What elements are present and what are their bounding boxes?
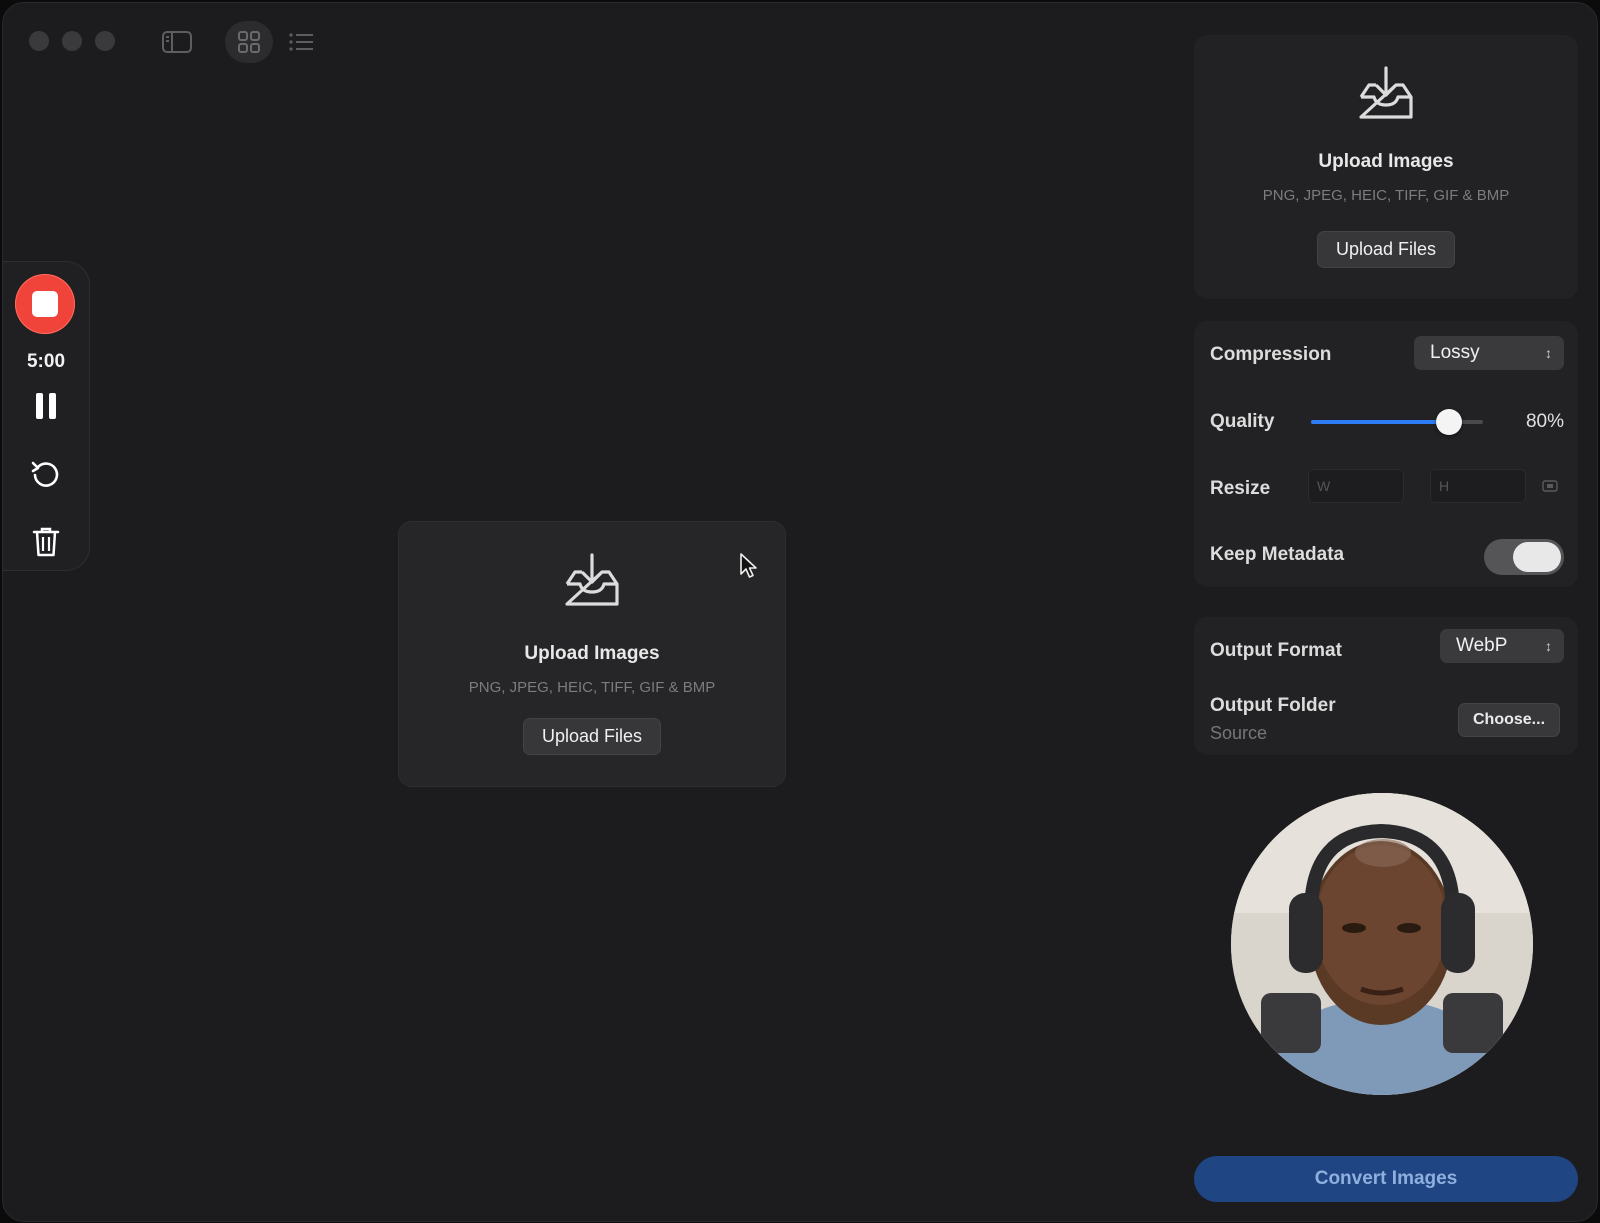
trash-icon — [32, 527, 60, 557]
sidebar-icon — [162, 31, 192, 53]
stop-icon — [32, 291, 58, 317]
up-down-chevron-icon: ↕ — [1545, 638, 1552, 654]
width-placeholder: W — [1317, 478, 1331, 494]
compression-value: Lossy — [1430, 342, 1480, 363]
quality-slider[interactable] — [1311, 409, 1483, 435]
upload-files-button[interactable]: Upload Files — [1316, 231, 1456, 268]
window-controls — [29, 31, 115, 51]
toggle-knob — [1513, 542, 1561, 572]
keep-metadata-label: Keep Metadata — [1210, 544, 1345, 565]
output-format-value: WebP — [1456, 635, 1508, 656]
restart-recording-button[interactable] — [30, 458, 62, 490]
recording-time: 5:00 — [26, 351, 66, 372]
list-icon — [289, 33, 313, 51]
inbox-download-icon — [565, 553, 619, 606]
output-folder-label: Output Folder — [1210, 695, 1336, 716]
compression-label: Compression — [1210, 344, 1332, 365]
pause-icon — [36, 393, 56, 419]
stop-recording-button[interactable] — [15, 274, 75, 334]
choose-folder-button[interactable]: Choose... — [1458, 703, 1561, 737]
grid-view-button[interactable] — [225, 21, 273, 63]
app-window: 5:00 Upload Images PNG, JPEG, HEIC, TIFF… — [2, 2, 1598, 1222]
supported-formats: PNG, JPEG, HEIC, TIFF, GIF & BMP — [468, 679, 716, 696]
delete-recording-button[interactable] — [30, 526, 62, 558]
convert-images-button[interactable]: Convert Images — [1194, 1156, 1578, 1202]
zoom-window-button[interactable] — [95, 31, 115, 51]
restart-icon — [31, 461, 59, 487]
quality-slider-thumb[interactable] — [1435, 409, 1462, 435]
resize-label: Resize — [1210, 478, 1271, 499]
grid-icon — [238, 31, 260, 53]
keep-metadata-toggle[interactable] — [1484, 539, 1564, 575]
close-window-button[interactable] — [29, 31, 49, 51]
output-folder-value: Source — [1210, 723, 1268, 743]
pause-recording-button[interactable] — [30, 390, 62, 422]
supported-formats: PNG, JPEG, HEIC, TIFF, GIF & BMP — [1262, 187, 1510, 204]
compression-settings-panel: Compression Lossy ↕ Quality 80% Resize W… — [1194, 321, 1578, 587]
minimize-window-button[interactable] — [62, 31, 82, 51]
aspect-ratio-lock-icon[interactable] — [1542, 479, 1558, 493]
presenter-video-image — [1231, 793, 1533, 1095]
inbox-download-icon — [1359, 66, 1413, 119]
output-format-select[interactable]: WebP ↕ — [1440, 629, 1564, 663]
sidebar-upload-dropzone[interactable]: Upload Images PNG, JPEG, HEIC, TIFF, GIF… — [1194, 35, 1578, 299]
quality-label: Quality — [1210, 411, 1275, 432]
resize-height-input[interactable]: H — [1430, 469, 1526, 503]
quality-value: 80% — [1525, 411, 1564, 432]
webcam-overlay — [1231, 793, 1533, 1095]
mouse-cursor-icon — [740, 553, 757, 578]
compression-select[interactable]: Lossy ↕ — [1414, 336, 1564, 370]
main-upload-dropzone[interactable]: Upload Images PNG, JPEG, HEIC, TIFF, GIF… — [398, 521, 786, 787]
output-format-label: Output Format — [1210, 640, 1342, 661]
screen-recorder-panel: 5:00 — [3, 261, 90, 571]
up-down-chevron-icon: ↕ — [1545, 345, 1552, 361]
resize-width-input[interactable]: W — [1308, 469, 1404, 503]
toggle-sidebar-button[interactable] — [153, 21, 201, 63]
upload-title: Upload Images — [524, 643, 660, 664]
upload-files-button[interactable]: Upload Files — [522, 718, 662, 755]
output-settings-panel: Output Format WebP ↕ Output Folder Sourc… — [1194, 617, 1578, 755]
quality-slider-fill — [1311, 420, 1449, 424]
height-placeholder: H — [1439, 478, 1450, 494]
upload-title: Upload Images — [1318, 151, 1454, 172]
list-view-button[interactable] — [277, 21, 325, 63]
